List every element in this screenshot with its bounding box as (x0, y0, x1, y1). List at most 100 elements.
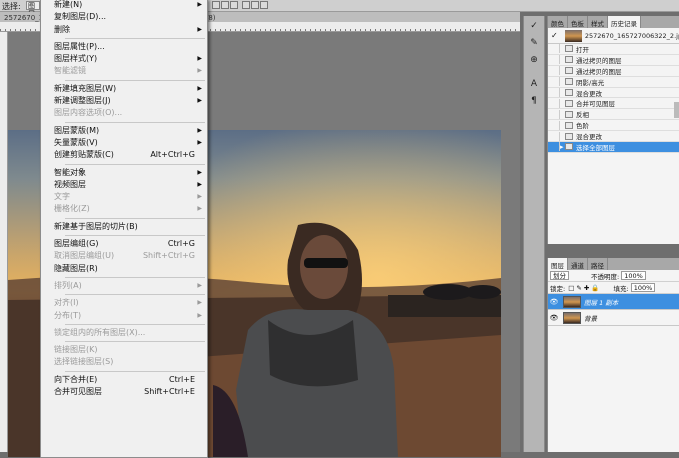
menu-item[interactable]: 隐藏图层(R) (41, 263, 207, 275)
history-source-box[interactable] (550, 77, 560, 87)
history-source-box[interactable] (550, 44, 560, 54)
history-step-icon (565, 45, 573, 53)
snapshot-source-icon[interactable]: ✓ (551, 30, 562, 42)
menu-item[interactable]: 删除 ▶ (41, 24, 207, 36)
history-snapshot[interactable]: ✓ 2572670_165727006322_2.jpg (548, 28, 679, 44)
submenu-arrow-icon: ▶ (197, 168, 202, 176)
menu-item[interactable]: 创建剪贴蒙版(C) Alt+Ctrl+G (41, 149, 207, 161)
eye-icon[interactable]: 👁 (548, 298, 560, 306)
menu-separator (65, 79, 205, 81)
history-item[interactable]: 合并可见图层 (548, 98, 679, 110)
history-source-box[interactable] (550, 98, 560, 108)
submenu-arrow-icon: ▶ (197, 67, 202, 75)
menu-item[interactable]: 复制图层(D)... (41, 11, 207, 23)
history-scrollbar[interactable] (674, 102, 679, 118)
history-source-box[interactable] (550, 66, 560, 76)
character-icon[interactable]: A (527, 77, 541, 91)
vertical-ruler[interactable] (0, 32, 8, 452)
align-vcenter-icon[interactable] (221, 1, 229, 9)
history-item-label: 阴影/高光 (576, 78, 605, 87)
menu-item-label: 排列(A) (54, 280, 82, 290)
menu-item-label: 对齐(I) (54, 298, 79, 308)
history-item[interactable]: 通过拷贝的图层 (548, 66, 679, 77)
tab-channels[interactable]: 通道 (568, 258, 588, 270)
menu-item[interactable]: 图层属性(P)... (41, 41, 207, 53)
menu-item-label: 图层属性(P)... (54, 41, 105, 51)
opacity-input[interactable]: 100% (621, 271, 646, 280)
fill-label: 填充: (613, 284, 629, 293)
menu-item: 图层内容选项(O)... (41, 107, 207, 119)
lock-label: 锁定: (550, 284, 566, 293)
menu-item[interactable]: 新建基于图层的切片(B) (41, 221, 207, 233)
paragraph-icon[interactable]: ¶ (527, 94, 541, 108)
history-item[interactable]: 混合更改 (548, 131, 679, 143)
tab-layers[interactable]: 图层 (548, 258, 568, 270)
menu-item-label: 新建(N) (54, 0, 83, 9)
history-step-icon (565, 67, 573, 75)
history-item[interactable]: 反相 (548, 109, 679, 121)
menu-item[interactable]: 新建调整图层(J) ▶ (41, 95, 207, 107)
tab-color[interactable]: 颜色 (548, 16, 568, 28)
menu-item[interactable]: 图层蒙版(M) ▶ (41, 125, 207, 137)
history-item-label: 合并可见图层 (576, 100, 615, 109)
history-source-box[interactable] (550, 142, 560, 152)
history-item[interactable]: 混合更改 (548, 88, 679, 99)
history-source-box[interactable] (550, 131, 560, 141)
history-item[interactable]: 通过拷贝的图层 (548, 55, 679, 66)
menu-item[interactable]: 图层编组(G) Ctrl+G (41, 238, 207, 250)
layer-row[interactable]: 👁 背景 (548, 310, 679, 326)
tab-paths[interactable]: 路径 (588, 258, 608, 270)
history-item[interactable]: 色阶 (548, 120, 679, 132)
history-source-box[interactable] (550, 55, 560, 65)
eye-icon[interactable]: 👁 (548, 314, 560, 322)
submenu-arrow-icon: ▶ (197, 193, 202, 201)
history-source-box[interactable] (550, 120, 560, 130)
tab-history[interactable]: 历史记录 (608, 16, 641, 28)
history-step-icon (565, 132, 573, 140)
layer-name: 图层 1 副本 (584, 298, 619, 307)
menu-item-shortcut: Shift+Ctrl+G (142, 251, 195, 261)
align-top-icon[interactable] (212, 1, 220, 9)
menu-item[interactable]: 新建(N) ▶ (41, 0, 207, 11)
menu-item-label: 智能滤镜 (54, 66, 86, 76)
fill-input[interactable]: 100% (630, 283, 656, 292)
align-right-icon[interactable] (260, 1, 268, 9)
history-item[interactable]: ▸ 选择全部图层 (548, 142, 679, 153)
menu-item[interactable]: 新建填充图层(W) ▶ (41, 83, 207, 95)
history-item[interactable]: 打开 (548, 44, 679, 55)
menu-item-shortcut: Ctrl+E (169, 374, 195, 384)
history-source-box[interactable] (550, 109, 560, 119)
layers-panel: 图层 通道 路径 划分 不透明度: 100% 锁定: □ ✎ ✚ 🔒 填充: 1… (547, 258, 679, 452)
layer-thumbnail (563, 311, 581, 324)
history-brush-icon[interactable]: ✓ (527, 19, 541, 33)
menu-separator (65, 341, 205, 343)
menu-item[interactable]: 向下合并(E) Ctrl+E (41, 374, 207, 386)
align-hcenter-icon[interactable] (251, 1, 259, 9)
align-bottom-icon[interactable] (230, 1, 238, 9)
menu-item[interactable]: 智能对象 ▶ (41, 167, 207, 179)
brush-settings-icon[interactable]: ✎ (527, 36, 541, 50)
clone-source-icon[interactable]: ⊕ (527, 53, 541, 67)
submenu-arrow-icon: ▶ (197, 311, 202, 319)
menu-item[interactable]: 合并可见图层 Shift+Ctrl+E (41, 386, 207, 398)
align-left-icon[interactable] (242, 1, 250, 9)
history-source-box[interactable] (550, 88, 560, 97)
current-state-icon: ▸ (560, 143, 564, 152)
menu-item-label: 链接图层(K) (54, 345, 98, 355)
menu-item[interactable]: 视频图层 ▶ (41, 179, 207, 191)
menu-item-label: 合并可见图层 (54, 387, 102, 397)
lock-icons[interactable]: □ ✎ ✚ 🔒 (568, 284, 599, 292)
submenu-arrow-icon: ▶ (197, 299, 202, 307)
layer-menu: 新建(N) ▶ 复制图层(D)... 删除 ▶ 图层属性(P)... 图层样式(Y) ▶ 智能滤… (40, 0, 208, 458)
menu-item[interactable]: 矢量蒙版(V) ▶ (41, 137, 207, 149)
menu-separator (65, 276, 205, 278)
menu-item: 栅格化(Z) ▶ (41, 203, 207, 215)
auto-select-field[interactable]: 图层 (26, 1, 40, 18)
history-item[interactable]: 阴影/高光 (548, 77, 679, 88)
tab-styles[interactable]: 样式 (588, 16, 608, 28)
tab-swatches[interactable]: 色板 (568, 16, 588, 28)
submenu-arrow-icon: ▶ (197, 55, 202, 63)
menu-item[interactable]: 图层样式(Y) ▶ (41, 53, 207, 65)
layer-row[interactable]: 👁 图层 1 副本 (548, 294, 679, 310)
blend-mode-select[interactable]: 划分 (550, 271, 569, 280)
